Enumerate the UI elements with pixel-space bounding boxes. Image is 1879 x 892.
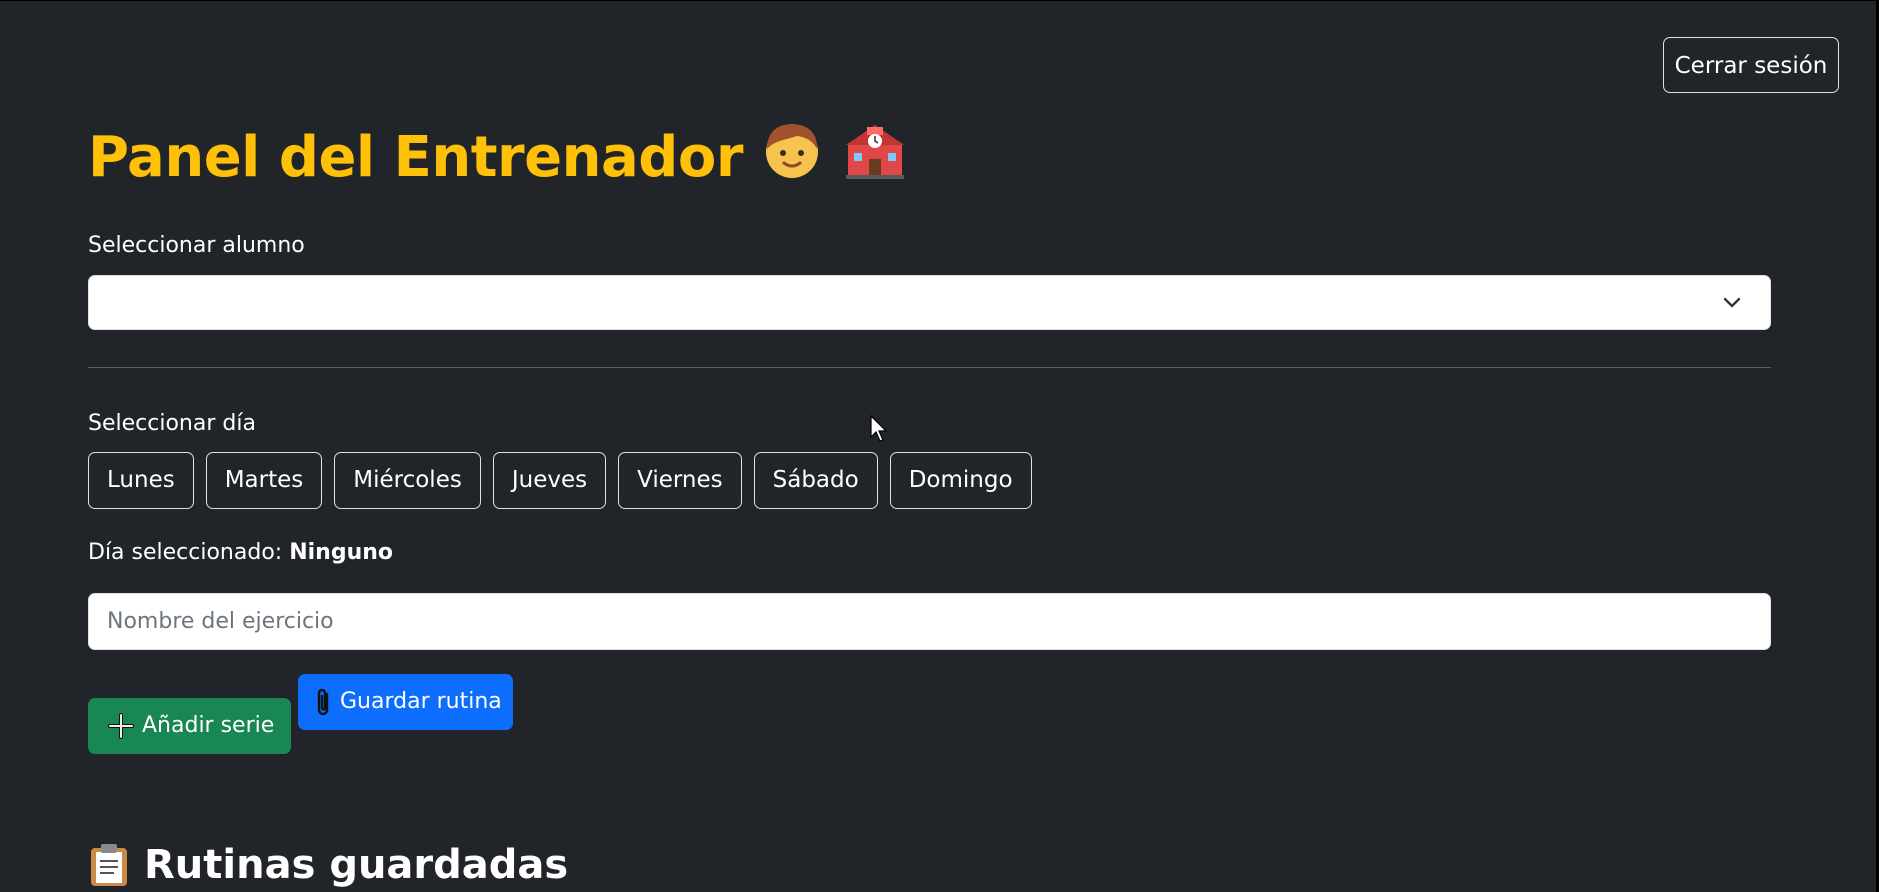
school-icon bbox=[845, 124, 904, 179]
page-title: Panel del Entrenador bbox=[88, 118, 908, 203]
plus-icon bbox=[108, 713, 134, 739]
student-select[interactable] bbox=[88, 275, 1771, 330]
clipboard-icon bbox=[91, 844, 127, 886]
day-button-jueves[interactable]: Jueves bbox=[492, 452, 607, 509]
add-series-button[interactable]: Añadir serie bbox=[88, 698, 291, 754]
day-button-domingo[interactable]: Domingo bbox=[889, 452, 1032, 509]
save-routine-label: Guardar rutina bbox=[340, 689, 502, 714]
saved-routines-title: Rutinas guardadas bbox=[88, 838, 568, 892]
day-button-lunes[interactable]: Lunes bbox=[88, 452, 194, 509]
selected-day-prefix: Día seleccionado: bbox=[88, 540, 283, 565]
paperclip-icon bbox=[317, 688, 329, 716]
window-top-border bbox=[0, 0, 1879, 1]
page-title-text: Panel del Entrenador bbox=[88, 125, 743, 190]
save-routine-button[interactable]: Guardar rutina bbox=[298, 674, 513, 730]
day-button-martes[interactable]: Martes bbox=[205, 452, 323, 509]
exercise-name-input[interactable] bbox=[88, 593, 1771, 650]
selected-day-value: Ninguno bbox=[289, 540, 394, 565]
day-button-viernes[interactable]: Viernes bbox=[618, 452, 742, 509]
day-button-miercoles[interactable]: Miércoles bbox=[334, 452, 481, 509]
divider bbox=[88, 367, 1771, 368]
boy-icon bbox=[765, 123, 818, 178]
add-series-label: Añadir serie bbox=[142, 713, 275, 738]
day-button-group: Lunes Martes Miércoles Jueves Viernes Sá… bbox=[88, 452, 1032, 509]
day-select-label: Seleccionar día bbox=[88, 411, 256, 436]
logout-button[interactable]: Cerrar sesión bbox=[1663, 37, 1839, 93]
student-select-label: Seleccionar alumno bbox=[88, 233, 305, 258]
chevron-down-icon bbox=[1723, 297, 1741, 308]
saved-routines-title-text: Rutinas guardadas bbox=[144, 842, 569, 888]
selected-day-status: Día seleccionado: Ninguno bbox=[88, 537, 393, 569]
title-icons bbox=[761, 119, 908, 203]
page: Cerrar sesión Panel del Entrenador Selec… bbox=[0, 0, 1879, 892]
day-button-sabado[interactable]: Sábado bbox=[753, 452, 878, 509]
mouse-cursor-icon bbox=[870, 415, 888, 442]
